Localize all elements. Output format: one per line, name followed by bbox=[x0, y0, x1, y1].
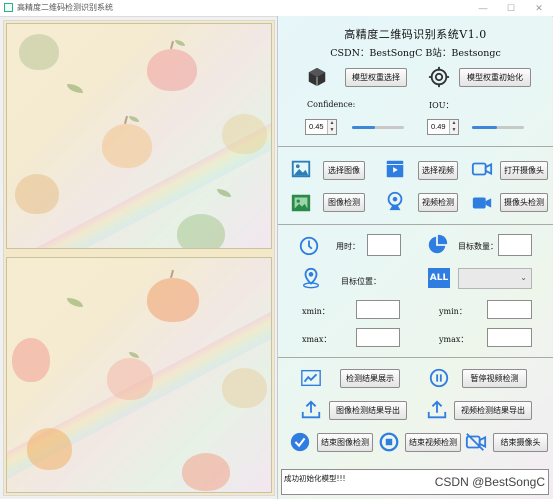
time-output bbox=[367, 234, 401, 256]
confidence-value: 0.45 bbox=[309, 122, 324, 131]
cube-icon bbox=[308, 67, 326, 87]
model-weight-init-button[interactable]: 模型权重初始化 bbox=[459, 68, 531, 87]
chevron-down-icon: ⌄ bbox=[520, 273, 527, 282]
end-video-detect-button[interactable]: 结束视频检测 bbox=[405, 433, 461, 452]
display-panel bbox=[3, 20, 275, 496]
ymax-label: ymax： bbox=[439, 335, 469, 344]
ymax-output bbox=[487, 328, 532, 347]
upload-icon bbox=[427, 400, 447, 419]
all-icon: ALL bbox=[428, 268, 450, 288]
target-count-output bbox=[498, 234, 532, 256]
window-titlebar: 高精度二维码检测识别系统 — ☐ ✕ bbox=[0, 0, 553, 17]
confidence-spinbox[interactable]: 0.45 ▲ ▼ bbox=[305, 119, 337, 135]
iou-slider[interactable] bbox=[472, 126, 524, 129]
iou-spinbox[interactable]: 0.49 ▲ ▼ bbox=[427, 119, 459, 135]
divider bbox=[278, 224, 553, 225]
image-icon bbox=[291, 160, 311, 178]
spin-down-icon[interactable]: ▼ bbox=[450, 127, 458, 134]
end-camera-button[interactable]: 结束摄像头 bbox=[493, 433, 548, 452]
video-icon bbox=[386, 160, 404, 178]
minimize-button[interactable]: — bbox=[469, 0, 497, 16]
xmax-label: xmax： bbox=[302, 335, 332, 344]
xmax-output bbox=[356, 328, 400, 347]
window-title: 高精度二维码检测识别系统 bbox=[17, 3, 113, 12]
model-weight-select-button[interactable]: 模型权重选择 bbox=[345, 68, 407, 87]
line-chart-icon bbox=[301, 369, 321, 387]
location-pin-icon bbox=[302, 267, 320, 289]
spin-down-icon[interactable]: ▼ bbox=[328, 127, 336, 134]
upload-icon bbox=[301, 400, 321, 419]
open-camera-button[interactable]: 打开摄像头 bbox=[500, 161, 548, 180]
target-count-label: 目标数量： bbox=[458, 242, 498, 251]
confidence-label: Confidence: bbox=[307, 100, 356, 109]
export-video-result-button[interactable]: 视频检测结果导出 bbox=[454, 401, 532, 420]
camera-icon bbox=[471, 162, 493, 176]
end-image-detect-button[interactable]: 结束图像检测 bbox=[317, 433, 373, 452]
xmin-label: xmin： bbox=[302, 307, 330, 316]
maximize-button[interactable]: ☐ bbox=[497, 0, 525, 16]
app-title: 高精度二维码识别系统V1.0 bbox=[344, 28, 487, 41]
ymin-label: ymin： bbox=[439, 307, 467, 316]
pause-video-button[interactable]: 暂停视频检测 bbox=[462, 369, 527, 388]
clock-icon bbox=[299, 236, 319, 256]
ymin-output bbox=[487, 300, 532, 319]
target-settings-icon bbox=[428, 66, 450, 88]
select-video-button[interactable]: 选择视频 bbox=[418, 161, 458, 180]
control-panel: 高精度二维码识别系统V1.0 CSDN：BestSongC B站：Bestson… bbox=[277, 16, 553, 499]
confidence-slider[interactable] bbox=[352, 126, 404, 129]
iou-slider-fill bbox=[472, 126, 498, 129]
image-detect-icon bbox=[291, 194, 311, 212]
stop-circle-icon bbox=[379, 432, 399, 452]
divider bbox=[278, 357, 553, 358]
spin-up-icon[interactable]: ▲ bbox=[450, 120, 458, 127]
image-detect-button[interactable]: 图像检测 bbox=[323, 193, 365, 212]
author-line: CSDN：BestSongC B站：Bestsongc bbox=[330, 48, 501, 59]
camera-detect-button[interactable]: 摄像头检测 bbox=[500, 193, 548, 212]
original-image-view bbox=[6, 23, 272, 249]
watermark-text: CSDN @BestSongC bbox=[434, 475, 545, 489]
xmin-output bbox=[356, 300, 400, 319]
panel-background bbox=[278, 16, 553, 499]
divider bbox=[278, 146, 553, 147]
iou-label: IOU： bbox=[429, 101, 454, 110]
export-image-result-button[interactable]: 图像检测结果导出 bbox=[329, 401, 407, 420]
target-select-dropdown[interactable]: ⌄ bbox=[458, 268, 532, 289]
show-result-button[interactable]: 检测结果展示 bbox=[340, 369, 400, 388]
time-label: 用时： bbox=[336, 242, 360, 251]
select-image-button[interactable]: 选择图像 bbox=[323, 161, 365, 180]
app-icon bbox=[4, 3, 13, 12]
target-position-label: 目标位置： bbox=[341, 277, 381, 286]
webcam-icon bbox=[387, 191, 403, 211]
result-image-view bbox=[6, 257, 272, 493]
camera-off-icon bbox=[465, 433, 487, 451]
iou-value: 0.49 bbox=[431, 122, 446, 131]
spin-up-icon[interactable]: ▲ bbox=[328, 120, 336, 127]
confidence-spin-arrows[interactable]: ▲ ▼ bbox=[327, 120, 336, 134]
video-camera-icon bbox=[472, 197, 492, 209]
pie-chart-icon bbox=[428, 234, 448, 254]
pause-icon bbox=[429, 368, 449, 388]
confidence-slider-fill bbox=[352, 126, 376, 129]
iou-spin-arrows[interactable]: ▲ ▼ bbox=[449, 120, 458, 134]
close-button[interactable]: ✕ bbox=[525, 0, 553, 16]
video-detect-button[interactable]: 视频检测 bbox=[418, 193, 458, 212]
check-circle-icon bbox=[290, 432, 310, 452]
